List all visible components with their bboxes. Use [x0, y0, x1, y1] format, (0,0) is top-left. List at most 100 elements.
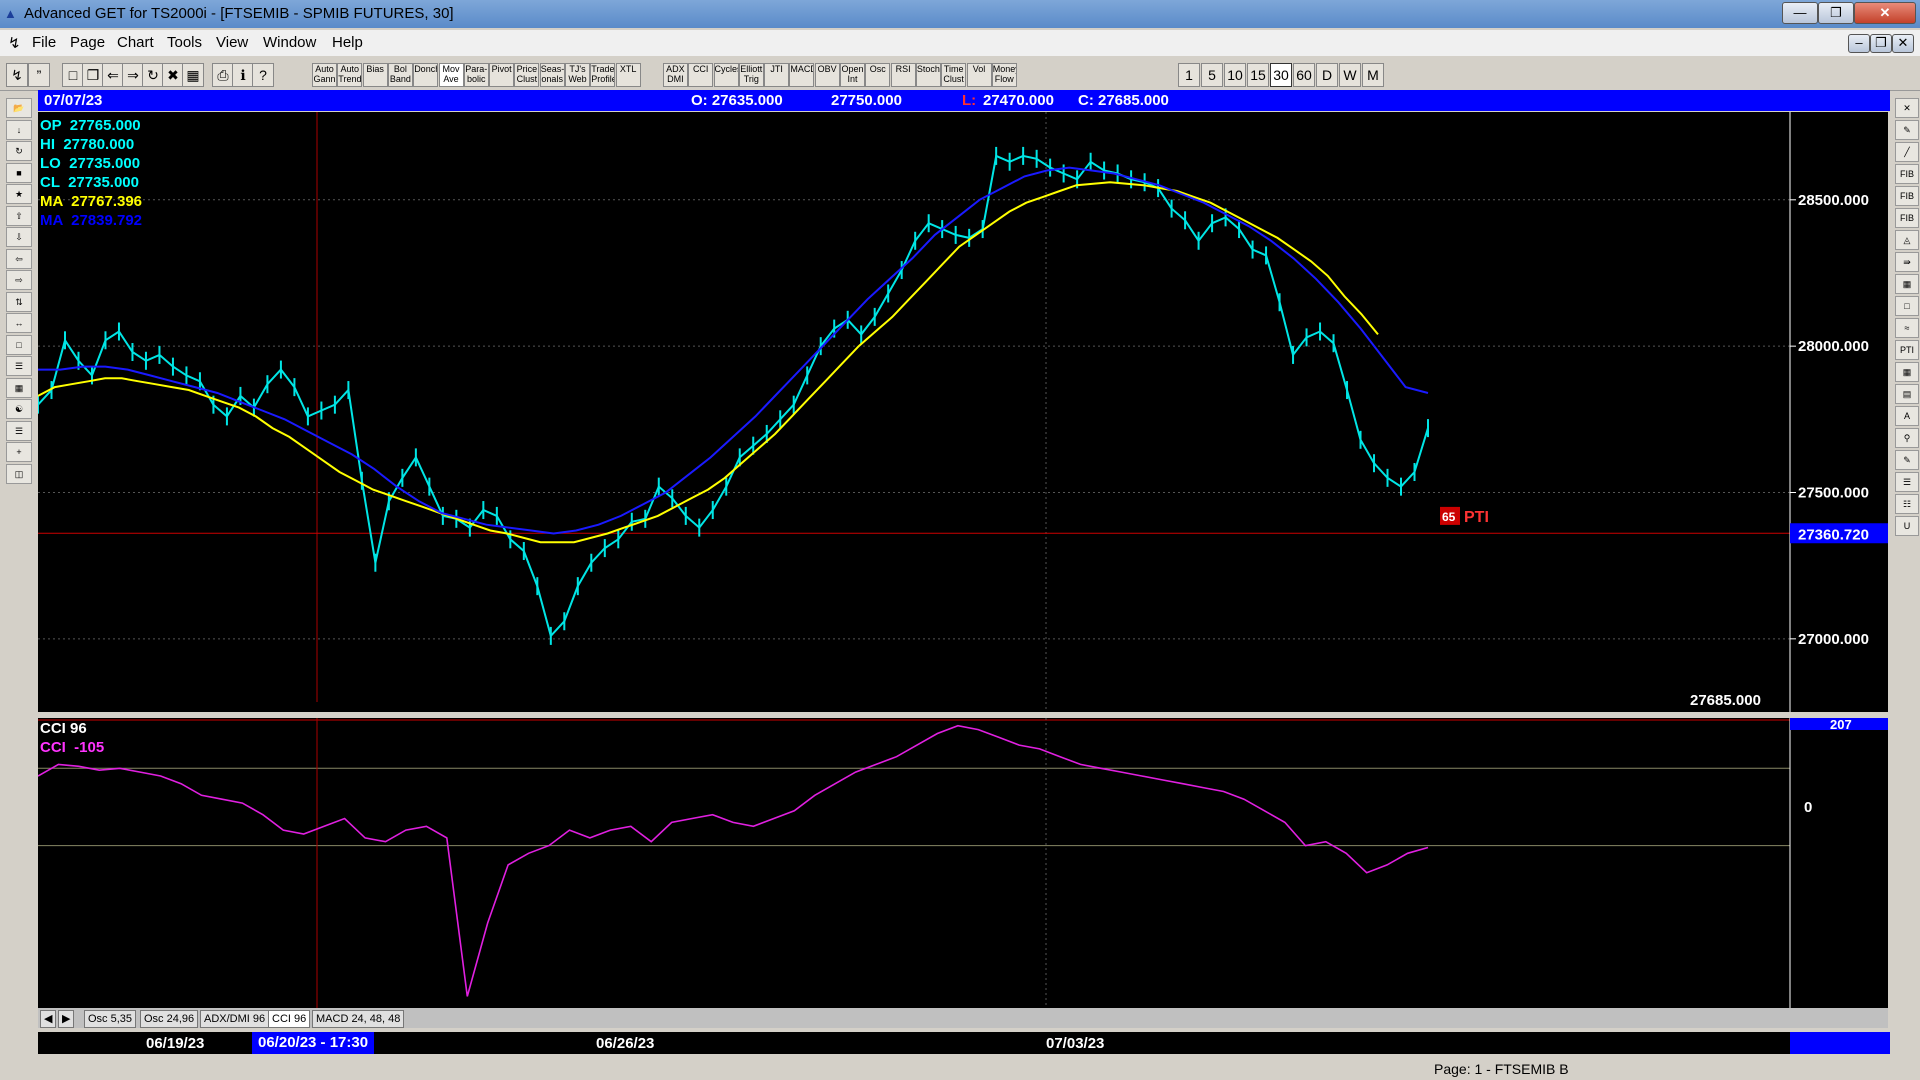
tab-cci-96[interactable]: CCI 96 [268, 1010, 311, 1028]
timeframe-w-button[interactable]: W [1339, 63, 1361, 87]
forward-icon[interactable]: ⇒ [122, 63, 144, 87]
delete-icon[interactable]: ✖ [162, 63, 184, 87]
toolbar-price-clust-button[interactable]: Price Clust [514, 63, 540, 87]
toolbar-adx-dmi-button[interactable]: ADX DMI [662, 63, 688, 87]
fan-icon[interactable]: ⇛ [1895, 252, 1919, 272]
crosshair-icon[interactable]: + [6, 442, 32, 462]
mob-icon[interactable]: ▤ [1895, 384, 1919, 404]
new-page-icon[interactable]: □ [62, 63, 84, 87]
magnet-icon[interactable]: U [1895, 516, 1919, 536]
toolbar-pivot-button[interactable]: Pivot [489, 63, 515, 87]
mdi-close-button[interactable]: ✕ [1892, 34, 1914, 53]
price-chart-svg[interactable]: 28500.000 28000.000 27500.000 27000.000 2736… [37, 112, 1888, 712]
open-icon[interactable]: 📂 [6, 98, 32, 118]
timeframe-1-button[interactable]: 1 [1178, 63, 1200, 87]
toolbar-stoch-button[interactable]: Stoch [915, 63, 941, 87]
print-icon[interactable]: ⎙ [212, 63, 234, 87]
mdi-minimize-button[interactable]: – [1848, 34, 1870, 53]
timeframe-15-button[interactable]: 15 [1247, 63, 1269, 87]
text-icon[interactable]: A [1895, 406, 1919, 426]
toolbar-mov-ave-button[interactable]: Mov Ave [438, 63, 464, 87]
toolbar-vol-button[interactable]: Vol [966, 63, 992, 87]
toolbar-rsi-button[interactable]: RSI [890, 63, 916, 87]
timeframe-30-button[interactable]: 30 [1270, 63, 1292, 87]
menu-tools[interactable]: Tools [167, 34, 202, 51]
pointer-tool-icon[interactable]: ↯ [6, 63, 28, 87]
wave-icon[interactable]: ≈ [1895, 318, 1919, 338]
tab-osc-5-35[interactable]: Osc 5,35 [84, 1010, 137, 1028]
menu-help[interactable]: Help [332, 34, 363, 51]
right-arrow-icon[interactable]: ⇨ [6, 270, 32, 290]
toolbar-elliott-trig-button[interactable]: Elliott Trig [738, 63, 764, 87]
toolbar-para-bolic-button[interactable]: Para-bolic [463, 63, 489, 87]
trendline-icon[interactable]: ╱ [1895, 142, 1919, 162]
toolbar-xtl-button[interactable]: XTL [615, 63, 641, 87]
toolbar-cycles-button[interactable]: Cycles [713, 63, 739, 87]
channel-icon[interactable]: ▦ [1895, 362, 1919, 382]
toolbar-donch-button[interactable]: Donch [413, 63, 439, 87]
export-icon[interactable]: ◫ [6, 463, 32, 484]
grid-tool-icon[interactable]: ▦ [1895, 274, 1919, 294]
circle-icon[interactable]: ◬ [1895, 230, 1919, 250]
expand-icon[interactable]: ↔ [6, 313, 32, 333]
timeframe-m-button[interactable]: M [1362, 63, 1384, 87]
copy-icon[interactable]: ❐ [82, 63, 104, 87]
left-arrow-icon[interactable]: ⇦ [6, 248, 32, 269]
marker-icon[interactable]: ✎ [1895, 450, 1919, 470]
toolbar-obv-button[interactable]: OBV [814, 63, 840, 87]
toolbar-seas-onals-button[interactable]: Seas-onals [539, 63, 565, 87]
zoom-in-icon[interactable]: ⚲ [1895, 428, 1919, 448]
timeframe-10-button[interactable]: 10 [1224, 63, 1246, 87]
down-arrow-icon[interactable]: ⇩ [6, 227, 32, 247]
toolbar-open-int-button[interactable]: Open Int [840, 63, 865, 87]
list-icon[interactable]: ☰ [1895, 472, 1919, 492]
pen-icon[interactable]: ✎ [1895, 120, 1919, 140]
zoom-icon[interactable]: ↓ [6, 119, 32, 140]
elliott-icon[interactable]: ★ [6, 184, 32, 204]
fib-ret-icon[interactable]: FIB [1895, 164, 1919, 184]
timeframe-d-button[interactable]: D [1316, 63, 1338, 87]
table-icon[interactable]: ☷ [1895, 494, 1919, 514]
cci-chart-svg[interactable]: 2070 [37, 717, 1888, 1008]
help-pointer-icon[interactable]: ? [252, 63, 274, 87]
box-icon[interactable]: □ [6, 334, 32, 355]
toolbar-auto-gann-button[interactable]: Auto Gann [312, 63, 337, 87]
menu-page[interactable]: Page [70, 34, 105, 51]
grid-icon[interactable]: ▦ [182, 63, 204, 87]
tab-adx-dmi-96[interactable]: ADX/DMI 96 [200, 1010, 270, 1028]
menu-window[interactable]: Window [263, 34, 316, 51]
toolbar-jti-button[interactable]: JTI [764, 63, 790, 87]
rect-icon[interactable]: □ [1895, 296, 1919, 316]
tab-scroll-left[interactable]: ◀ [40, 1010, 57, 1028]
quote-tool-icon[interactable]: ” [28, 63, 50, 87]
toolbar-trade-profile-button[interactable]: Trade Profile [590, 63, 616, 87]
timeframe-60-button[interactable]: 60 [1293, 63, 1315, 87]
tab-osc-24-96[interactable]: Osc 24,96 [140, 1010, 199, 1028]
pti-icon[interactable]: PTI [1895, 340, 1919, 360]
minimize-button[interactable]: — [1782, 2, 1818, 24]
mdi-restore-button[interactable]: ❐ [1870, 34, 1892, 53]
menu-file[interactable]: File [32, 34, 56, 51]
sync-icon[interactable]: ↻ [142, 63, 164, 87]
timeframe-5-button[interactable]: 5 [1201, 63, 1223, 87]
compress-icon[interactable]: ⇅ [6, 291, 32, 312]
reset-icon[interactable]: ↻ [6, 141, 32, 161]
maximize-button[interactable]: ❐ [1818, 2, 1854, 24]
tab-macd-24-48-48[interactable]: MACD 24, 48, 48 [312, 1010, 405, 1028]
up-arrow-icon[interactable]: ⇧ [6, 205, 32, 226]
toolbar-bol-band-button[interactable]: Bol Band [387, 63, 413, 87]
toolbar-macd-button[interactable]: MACD [789, 63, 815, 87]
toolbar-osc-button[interactable]: Osc [865, 63, 891, 87]
lines-icon[interactable]: ☰ [6, 356, 32, 376]
cci-panel[interactable]: 207 0 CCI 96 CCI -105 [37, 717, 1888, 1008]
hline-icon[interactable]: ☰ [6, 420, 32, 441]
study-icon[interactable]: ■ [6, 162, 32, 183]
price-chart-panel[interactable]: 28500.000 28000.000 27500.000 27000.000 2736… [37, 112, 1888, 712]
toolbar-auto-trend-button[interactable]: Auto Trend [337, 63, 363, 87]
toolbar-money-flow-button[interactable]: Money Flow [991, 63, 1017, 87]
clear-icon[interactable]: ✕ [1895, 98, 1919, 118]
toolbar-tj-s-web-button[interactable]: TJ's Web [565, 63, 590, 87]
fib-icon[interactable]: ☯ [6, 399, 32, 419]
tab-scroll-right[interactable]: ▶ [58, 1010, 75, 1028]
close-button[interactable]: ✕ [1854, 2, 1916, 24]
